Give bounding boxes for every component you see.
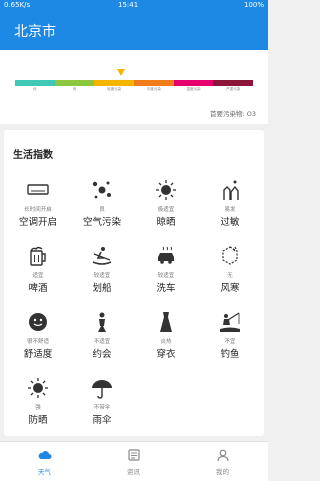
life-index-item[interactable]: 易发 过敏 [198, 170, 262, 236]
life-index-item[interactable]: 无风寒 [198, 236, 262, 302]
sunscreen-icon [28, 378, 48, 398]
life-index-item[interactable]: 不适宜 约会 [70, 302, 134, 368]
life-index-status: 长时间开启 [24, 207, 52, 213]
aqi-level-pointer [117, 69, 125, 76]
life-index-status: 适宜 [32, 273, 44, 279]
news-icon [128, 449, 140, 461]
life-index-status: 不带伞 [93, 405, 111, 411]
battery-level: 100% [243, 1, 264, 9]
profile-icon [217, 449, 229, 462]
wind-chill-icon [222, 246, 238, 265]
rowing-icon [92, 247, 112, 265]
life-index-status: 较适宜 [93, 273, 111, 279]
life-index-name: 划船 [92, 283, 112, 294]
beer-icon [30, 246, 46, 266]
life-index-name: 晾晒 [156, 217, 176, 228]
bottom-tab-bar: 天气 资讯 我的 [0, 441, 268, 481]
life-index-status: 无 [227, 273, 233, 279]
life-index-name: 洗车 [156, 283, 176, 294]
city-title[interactable]: 北京市 [14, 21, 56, 41]
life-index-status: 较适宜 [157, 273, 175, 279]
life-index-item[interactable]: 很不舒适 舒适度 [6, 302, 70, 368]
aqi-scale-labels: 优 良 轻度污染 中度污染 重度污染 严重污染 [15, 87, 253, 92]
aqi-segment [134, 80, 174, 86]
aqi-segment [54, 80, 95, 86]
life-index-name: 穿衣 [156, 349, 176, 360]
life-index-name: 风寒 [220, 283, 240, 294]
aqi-segment-label: 中度污染 [146, 87, 161, 91]
life-index-status: 极适宜 [157, 207, 175, 213]
tab-label: 我的 [216, 468, 229, 476]
sun-icon [156, 180, 176, 200]
dress-icon [160, 312, 172, 332]
clock: 15:41 [118, 1, 139, 9]
aqi-segment-label: 重度污染 [186, 87, 201, 91]
life-index-item[interactable]: 良空气污染 [70, 170, 134, 236]
life-index-item[interactable]: 强防晒 [6, 368, 70, 434]
tab-profile[interactable]: 我的 [178, 442, 267, 481]
life-index-item[interactable]: 适宜 啤酒 [6, 236, 70, 302]
aqi-segment-label: 良 [72, 87, 77, 91]
life-index-status: 不适宜 [93, 339, 111, 345]
aqi-segment-label: 严重污染 [226, 87, 241, 91]
life-index-status: 强 [35, 405, 41, 411]
life-index-name: 过敏 [220, 217, 240, 228]
aqi-segment [15, 80, 55, 86]
comfort-face-icon [29, 313, 47, 331]
aqi-segment-label: 优 [33, 87, 37, 91]
app-bar: 北京市 [0, 12, 268, 50]
life-index-item[interactable]: 炎热 穿衣 [134, 302, 198, 368]
life-index-name: 钓鱼 [220, 349, 240, 360]
tab-label: 资讯 [127, 468, 140, 476]
primary-pollutant: 首要污染物: O3 [209, 110, 256, 118]
umbrella-icon [92, 380, 112, 399]
tab-label: 天气 [38, 468, 51, 476]
life-index-item[interactable]: 长时间开启 空调开启 [6, 170, 70, 236]
tab-news[interactable]: 资讯 [89, 442, 178, 481]
dating-icon [98, 312, 106, 332]
aqi-segment [94, 80, 135, 86]
life-index-name: 空调开启 [18, 217, 57, 228]
life-index-name: 约会 [92, 349, 112, 360]
aqi-scale-bar [15, 80, 254, 86]
life-index-card: 生活指数 长时间开启 空调开启良空气污染 极适宜 晾晒 易发 过敏 适宜 啤酒 较适宜 划船 较适宜… [4, 130, 264, 436]
life-index-status: 很不舒适 [26, 339, 49, 345]
life-index-item[interactable]: 不带伞 雨伞 [70, 368, 134, 434]
aqi-segment-label: 轻度污染 [107, 87, 122, 91]
life-index-item[interactable]: 较适宜 洗车 [134, 236, 198, 302]
life-index-item[interactable]: 较适宜 划船 [70, 236, 134, 302]
life-index-name: 啤酒 [28, 283, 48, 294]
life-index-name: 舒适度 [23, 349, 53, 360]
life-index-status: 不宜 [224, 339, 236, 345]
air-conditioner-icon [27, 184, 49, 195]
air-pollution-icon [92, 181, 111, 199]
life-index-status: 炎热 [160, 339, 172, 345]
life-index-item[interactable]: 极适宜 晾晒 [134, 170, 198, 236]
aqi-segment [173, 80, 214, 86]
weather-cloud-icon [38, 451, 52, 459]
life-index-name: 空气污染 [82, 217, 121, 228]
aqi-segment [213, 80, 254, 86]
life-index-name: 雨伞 [92, 415, 112, 426]
life-index-name: 防晒 [28, 415, 48, 426]
car-wash-icon [158, 246, 174, 264]
network-speed: 0.65K/s [4, 1, 31, 9]
allergy-icon [223, 180, 239, 200]
fishing-icon [220, 312, 240, 332]
status-bar: 0.65K/s 15:41 100% [0, 0, 268, 12]
life-index-status: 易发 [224, 207, 236, 213]
life-index-item[interactable]: 不宜 钓鱼 [198, 302, 262, 368]
life-index-title: 生活指数 [13, 150, 53, 161]
tab-weather[interactable]: 天气 [0, 442, 89, 481]
life-index-status: 良 [99, 207, 105, 213]
